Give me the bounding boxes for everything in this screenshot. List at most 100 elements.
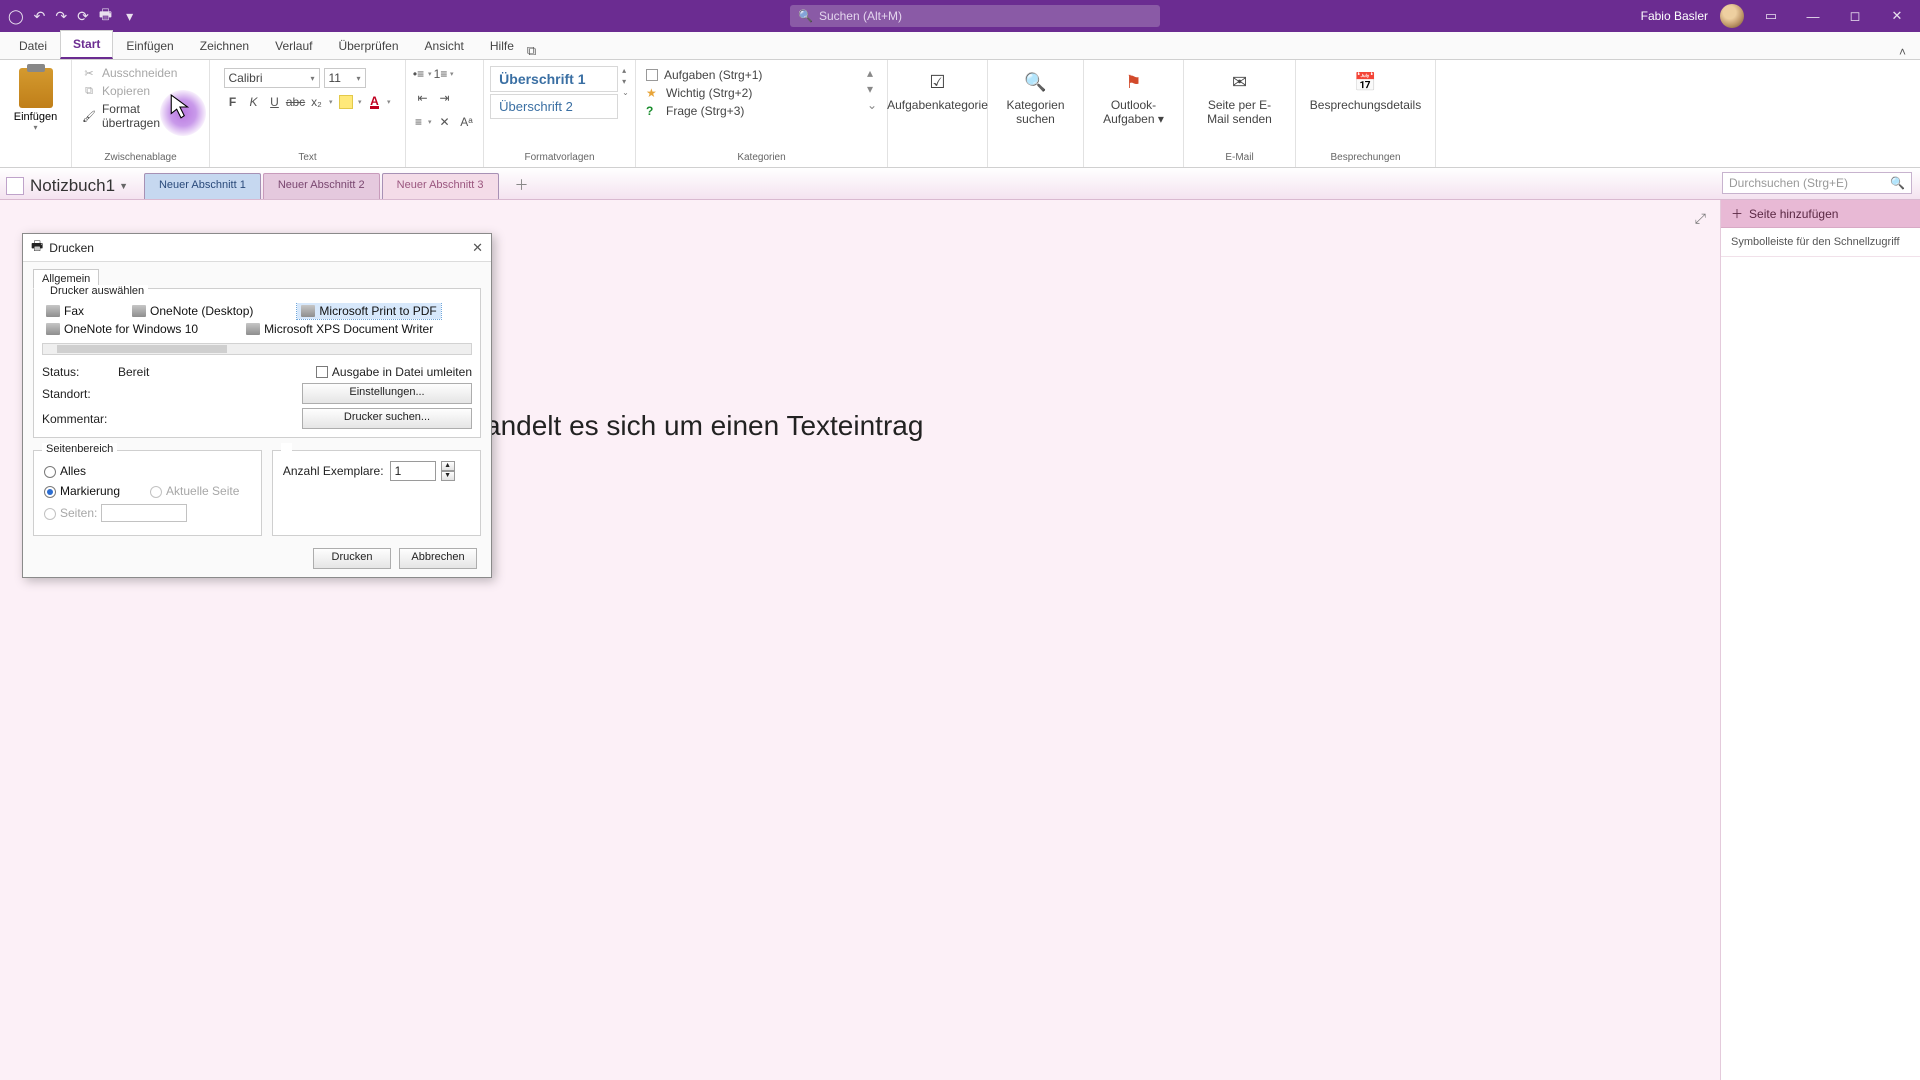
- copy-button: ⧉Kopieren: [82, 82, 199, 100]
- search-categories-button[interactable]: 🔍 Kategorien suchen: [994, 64, 1078, 126]
- copies-input[interactable]: 1: [390, 461, 436, 481]
- tab-start[interactable]: Start: [60, 30, 113, 59]
- chevron-down-icon[interactable]: ▼: [119, 181, 128, 191]
- printer-settings-button[interactable]: Einstellungen...: [302, 383, 472, 404]
- printer-onenote-desktop[interactable]: OneNote (Desktop): [128, 303, 257, 319]
- user-name[interactable]: Fabio Basler: [1641, 9, 1708, 23]
- font-name-combo[interactable]: Calibri▾: [224, 68, 320, 88]
- undo-icon[interactable]: ↶: [34, 8, 46, 25]
- page-list-item[interactable]: Symbolleiste für den Schnellzugriff: [1721, 228, 1920, 257]
- redo-icon[interactable]: ↷: [55, 8, 67, 25]
- win-notes-icon[interactable]: ▭: [1756, 8, 1786, 24]
- tab-datei[interactable]: Datei: [6, 32, 60, 59]
- chevron-down-icon[interactable]: ▾: [622, 77, 629, 86]
- search-icon: 🔍: [798, 9, 813, 23]
- numbering-button[interactable]: 1≡: [435, 64, 455, 84]
- section-tab-1[interactable]: Neuer Abschnitt 1: [144, 173, 261, 199]
- collapse-ribbon-icon[interactable]: ˄: [1899, 45, 1906, 59]
- font-color-button[interactable]: [366, 93, 392, 111]
- tab-ansicht[interactable]: Ansicht: [412, 32, 477, 59]
- add-page-button[interactable]: ＋ Seite hinzufügen: [1721, 200, 1920, 228]
- pages-input: [101, 504, 187, 522]
- tab-ueberpruefen[interactable]: Überprüfen: [325, 32, 411, 59]
- tab-zeichnen[interactable]: Zeichnen: [187, 32, 262, 59]
- task-category-button[interactable]: ☑ Aufgabenkategorie: [896, 64, 980, 112]
- printer-ms-xps[interactable]: Microsoft XPS Document Writer: [242, 321, 437, 337]
- search-input[interactable]: 🔍 Suchen (Alt+M): [790, 5, 1160, 27]
- email-page-button[interactable]: ✉ Seite per E-Mail senden: [1198, 64, 1282, 126]
- close-window-icon[interactable]: ✕: [1882, 8, 1912, 24]
- indent-button[interactable]: ⇥: [435, 88, 455, 108]
- section-tab-2[interactable]: Neuer Abschnitt 2: [263, 173, 380, 199]
- close-dialog-button[interactable]: ✕: [472, 240, 483, 256]
- tab-hilfe[interactable]: Hilfe: [477, 32, 527, 59]
- notebook-name[interactable]: Notizbuch1: [30, 176, 115, 196]
- label-print-to-file: Ausgabe in Datei umleiten: [332, 365, 472, 379]
- checkbox-icon: [646, 69, 658, 81]
- share-icon[interactable]: ⧉: [527, 43, 536, 59]
- align-button[interactable]: ≡: [413, 112, 433, 132]
- outlook-tasks-button[interactable]: ⚑ Outlook-Aufgaben ▾: [1092, 64, 1176, 126]
- range-selection-radio[interactable]: Markierung: [44, 484, 120, 498]
- envelope-icon: ✉: [1226, 68, 1254, 96]
- italic-button[interactable]: K: [245, 93, 263, 111]
- sync-icon[interactable]: ⟳: [77, 8, 89, 25]
- gallery-more-icon[interactable]: ⌄: [867, 98, 877, 112]
- styles-pane-button[interactable]: Aᵃ: [457, 112, 477, 132]
- back-icon[interactable]: ◯: [8, 8, 24, 25]
- printer-ms-pdf[interactable]: Microsoft Print to PDF: [297, 303, 440, 319]
- underline-button[interactable]: U: [266, 93, 284, 111]
- chevron-up-icon[interactable]: ▴: [867, 66, 877, 80]
- styles-more-icon[interactable]: ⌄: [622, 88, 629, 97]
- expand-icon[interactable]: ⤢: [1695, 210, 1706, 227]
- section-tab-3[interactable]: Neuer Abschnitt 3: [382, 173, 499, 199]
- font-size-combo[interactable]: 11▾: [324, 68, 366, 88]
- print-to-file-checkbox[interactable]: [316, 366, 328, 378]
- group-meetings-label: Besprechungen: [1306, 151, 1425, 165]
- printer-onenote-win10[interactable]: OneNote for Windows 10: [42, 321, 202, 337]
- add-section-button[interactable]: ＋: [501, 173, 543, 199]
- cancel-button[interactable]: Abbrechen: [399, 548, 477, 569]
- style-heading1[interactable]: Überschrift 1: [490, 66, 618, 92]
- highlight-button[interactable]: [337, 93, 363, 111]
- paste-button[interactable]: Einfügen ▾: [14, 64, 57, 132]
- minimize-icon[interactable]: —: [1798, 9, 1828, 24]
- qat-customize-icon[interactable]: ▾: [126, 8, 133, 25]
- notebook-icon[interactable]: [6, 177, 24, 195]
- printer-list[interactable]: Fax OneNote (Desktop) Microsoft Print to…: [42, 303, 472, 337]
- strikethrough-button[interactable]: abc: [287, 93, 305, 111]
- maximize-icon[interactable]: ◻: [1840, 8, 1870, 24]
- label-comment: Kommentar:: [42, 412, 118, 426]
- category-question[interactable]: Frage (Strg+3): [646, 102, 867, 120]
- tab-einfuegen[interactable]: Einfügen: [113, 32, 186, 59]
- format-painter-button[interactable]: 🖌Format übertragen: [82, 100, 199, 132]
- print-button[interactable]: Drucken: [313, 548, 391, 569]
- category-task[interactable]: Aufgaben (Strg+1): [646, 66, 867, 84]
- clear-format-button[interactable]: ✕: [435, 112, 455, 132]
- find-printer-button[interactable]: Drucker suchen...: [302, 408, 472, 429]
- tab-verlauf[interactable]: Verlauf: [262, 32, 325, 59]
- print-icon[interactable]: 🖶: [99, 4, 112, 28]
- checkbox-check-icon: ☑: [924, 68, 952, 96]
- section-search-input[interactable]: Durchsuchen (Strg+E) 🔍: [1722, 172, 1912, 194]
- range-pages-radio: Seiten:: [44, 504, 251, 522]
- chevron-up-icon[interactable]: ▴: [622, 66, 629, 75]
- style-heading2[interactable]: Überschrift 2: [490, 94, 618, 119]
- printer-icon: [46, 323, 60, 335]
- bullets-button[interactable]: •≡: [413, 64, 433, 84]
- outdent-button[interactable]: ⇤: [413, 88, 433, 108]
- printer-fax[interactable]: Fax: [42, 303, 88, 319]
- meeting-details-button[interactable]: 📅 Besprechungsdetails: [1324, 64, 1408, 112]
- chevron-down-icon: ▾: [310, 74, 314, 83]
- chevron-down-icon[interactable]: ▾: [867, 82, 877, 96]
- printer-list-scrollbar[interactable]: [42, 343, 472, 355]
- subscript-button[interactable]: x₂: [308, 93, 334, 111]
- spin-down-icon[interactable]: ▼: [441, 471, 455, 481]
- spin-up-icon[interactable]: ▲: [441, 461, 455, 471]
- printer-icon: [301, 305, 315, 317]
- scissors-icon: ✂: [82, 67, 96, 80]
- range-all-radio[interactable]: Alles: [44, 464, 251, 478]
- avatar[interactable]: [1720, 4, 1744, 28]
- category-important[interactable]: Wichtig (Strg+2): [646, 84, 867, 102]
- bold-button[interactable]: F: [224, 93, 242, 111]
